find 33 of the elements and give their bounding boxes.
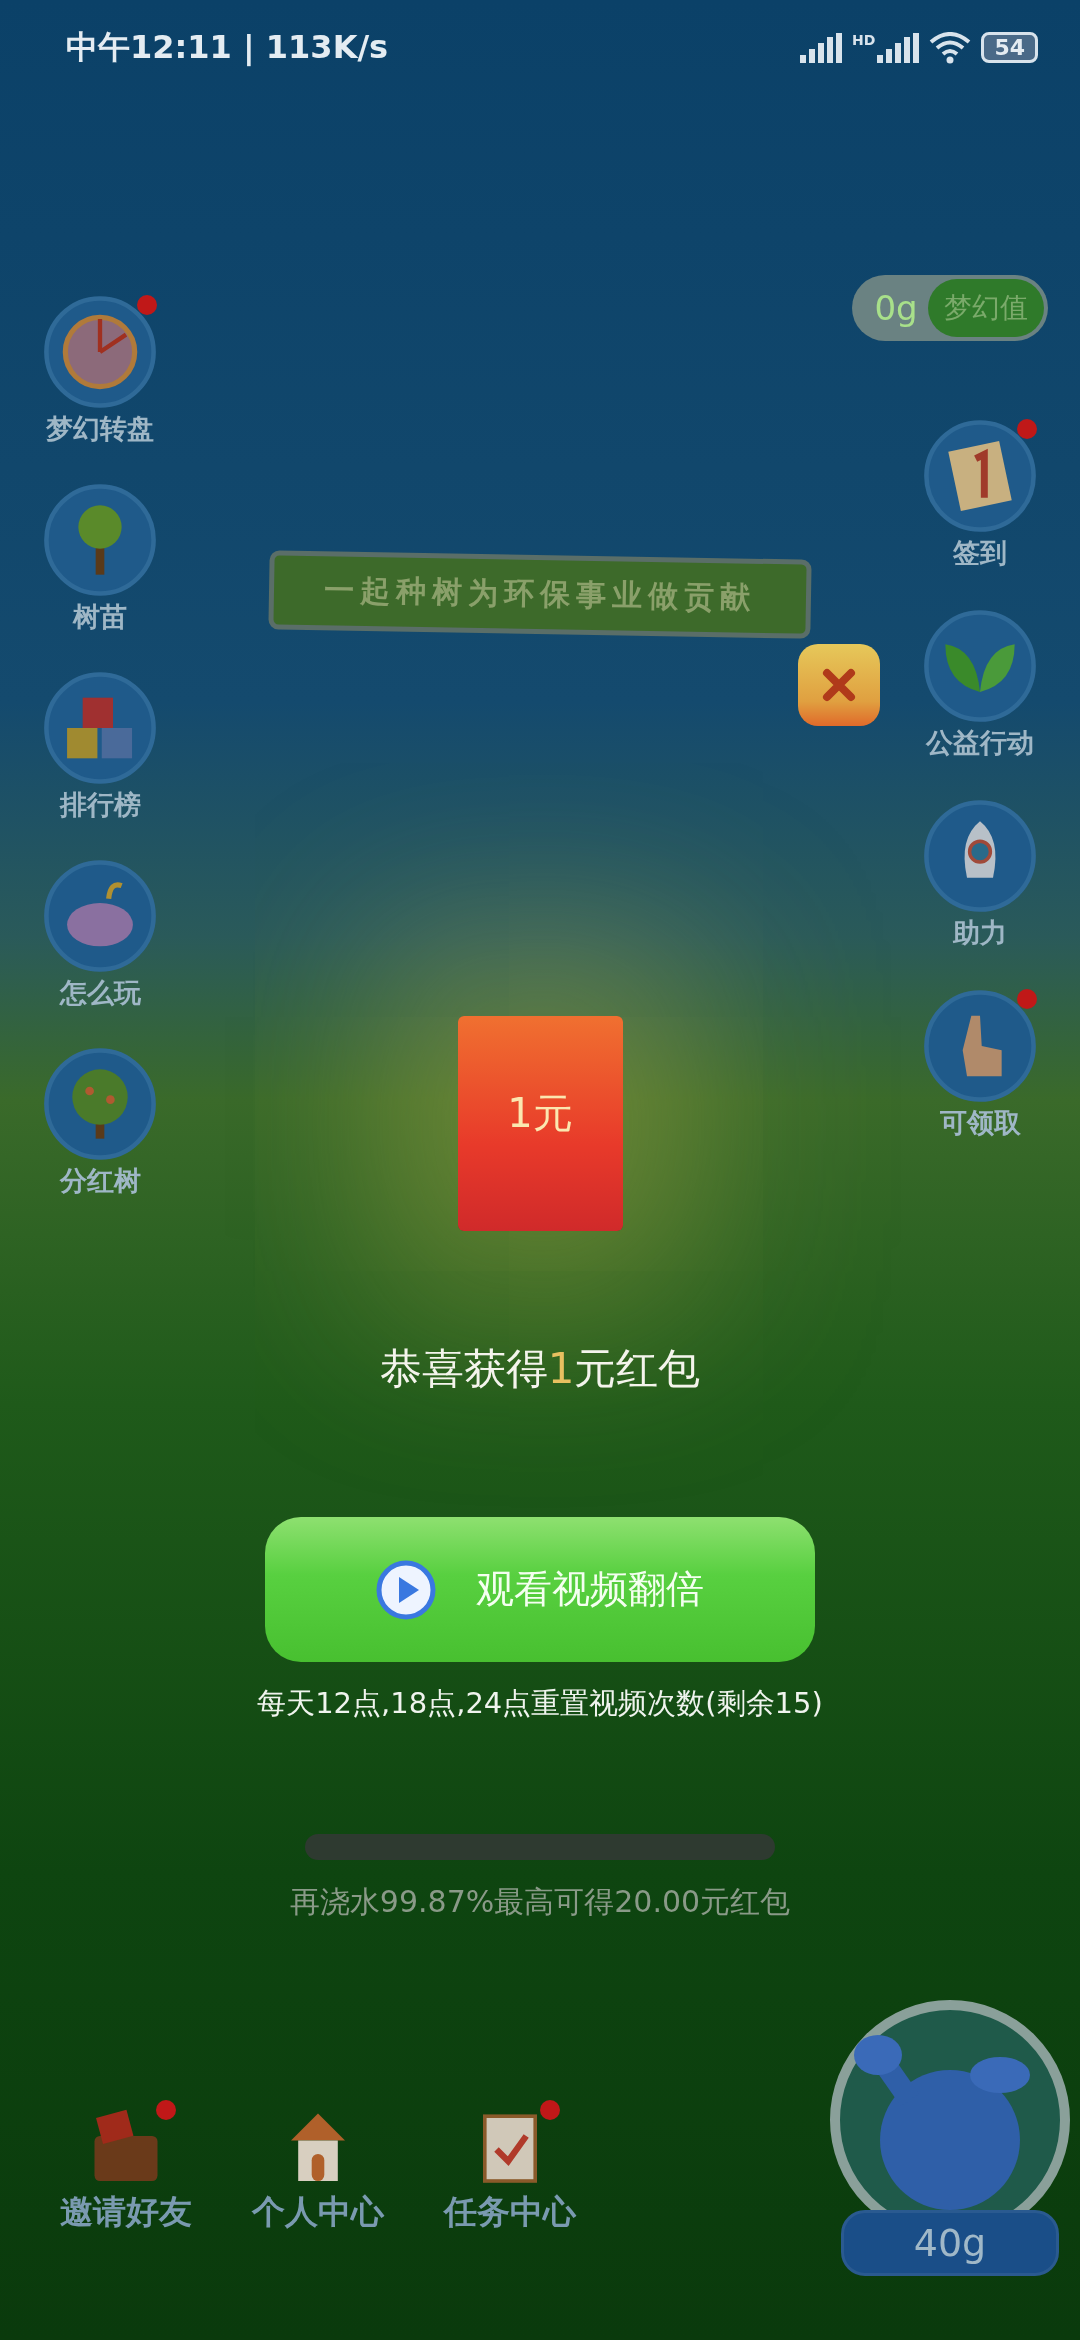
wifi-icon: [929, 31, 972, 64]
menu-item[interactable]: 树苗: [43, 483, 157, 635]
play-icon: [376, 1559, 436, 1620]
tree-icon: [43, 483, 157, 597]
money-envelope: 1元: [457, 1016, 623, 1231]
fruit-tree-icon: [43, 1047, 157, 1161]
hand-icon: [923, 989, 1037, 1103]
rocket-icon: [923, 799, 1037, 913]
menu-item[interactable]: 公益行动: [923, 609, 1037, 761]
reward-title: 恭喜获得1元红包: [379, 1343, 701, 1395]
battery-indicator: 54: [981, 32, 1038, 63]
reset-note: 每天12点,18点,24点重置视频次数(剩余15): [257, 1685, 823, 1722]
signal-icon: [877, 32, 920, 63]
calendar-icon: [923, 419, 1037, 533]
menu-item[interactable]: 可领取: [923, 989, 1037, 1141]
close-button[interactable]: [798, 644, 880, 726]
dream-value-pill[interactable]: 0g 梦幻值: [852, 275, 1048, 341]
menu-item[interactable]: 任务中心: [444, 2100, 576, 2235]
menu-item[interactable]: 邀请好友: [60, 2100, 192, 2235]
network-label: HD: [852, 31, 876, 48]
progress-caption: 再浇水99.87%最高可得20.00元红包: [289, 1883, 791, 1921]
menu-item[interactable]: 助力: [923, 799, 1037, 951]
leaves-icon: [923, 609, 1037, 723]
status-time: 中午12:11 | 113K/s: [66, 26, 389, 68]
menu-item[interactable]: 个人中心: [252, 2100, 384, 2235]
slogan-banner: 一起种树为环保事业做贡献: [268, 550, 812, 639]
signal-icon: [800, 32, 843, 63]
menu-item[interactable]: 怎么玩: [43, 859, 157, 1011]
menu-item[interactable]: 签到: [923, 419, 1037, 571]
blocks-icon: [43, 671, 157, 785]
menu-item[interactable]: 排行榜: [43, 671, 157, 823]
menu-item[interactable]: 分红树: [43, 1047, 157, 1199]
menu-item[interactable]: 梦幻转盘: [43, 295, 157, 447]
